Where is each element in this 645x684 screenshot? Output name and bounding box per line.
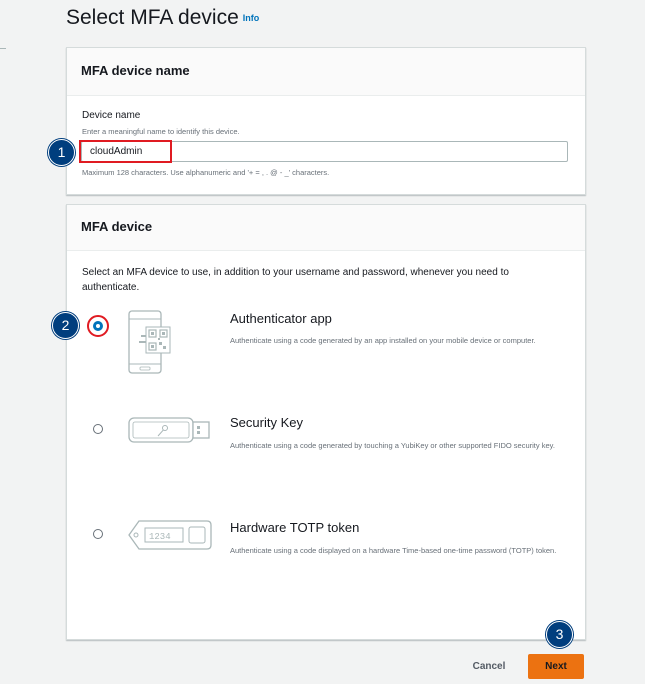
authenticator-app-title: Authenticator app bbox=[230, 311, 332, 326]
phone-qr-icon bbox=[128, 310, 171, 374]
callout-2: 2 bbox=[52, 312, 79, 339]
callout-3: 3 bbox=[546, 621, 573, 648]
device-name-constraint: Maximum 128 characters. Use alphanumeric… bbox=[82, 168, 330, 177]
hardware-totp-description: Authenticate using a code displayed on a… bbox=[230, 546, 557, 555]
device-name-panel-header: MFA device name bbox=[67, 48, 585, 96]
hardware-totp-title: Hardware TOTP token bbox=[230, 520, 360, 535]
authenticator-app-description: Authenticate using a code generated by a… bbox=[230, 336, 536, 345]
cancel-button[interactable]: Cancel bbox=[464, 654, 514, 678]
next-button[interactable]: Next bbox=[528, 654, 584, 679]
security-key-radio[interactable] bbox=[93, 424, 103, 434]
device-name-input[interactable] bbox=[81, 141, 568, 162]
security-key-title: Security Key bbox=[230, 415, 303, 430]
authenticator-app-radio[interactable] bbox=[93, 321, 103, 331]
left-edge-divider bbox=[0, 48, 6, 49]
token-display-text: 1234 bbox=[149, 532, 171, 542]
security-key-description: Authenticate using a code generated by t… bbox=[230, 441, 555, 450]
mfa-device-panel-header: MFA device bbox=[67, 205, 585, 251]
hardware-totp-radio[interactable] bbox=[93, 529, 103, 539]
device-name-label: Device name bbox=[82, 110, 141, 121]
page-title-text: Select MFA device bbox=[66, 6, 239, 29]
page-title: Select MFA device Info bbox=[66, 6, 259, 30]
info-link[interactable]: Info bbox=[243, 13, 260, 23]
mfa-device-intro: Select an MFA device to use, in addition… bbox=[82, 267, 509, 293]
device-name-panel: MFA device name Device name Enter a mean… bbox=[66, 47, 586, 195]
mfa-device-panel: MFA device Select an MFA device to use, … bbox=[66, 204, 586, 640]
device-name-description: Enter a meaningful name to identify this… bbox=[82, 127, 240, 136]
callout-1: 1 bbox=[48, 139, 75, 166]
token-fob-icon: 1234 bbox=[128, 520, 212, 550]
usb-key-icon bbox=[128, 417, 210, 443]
